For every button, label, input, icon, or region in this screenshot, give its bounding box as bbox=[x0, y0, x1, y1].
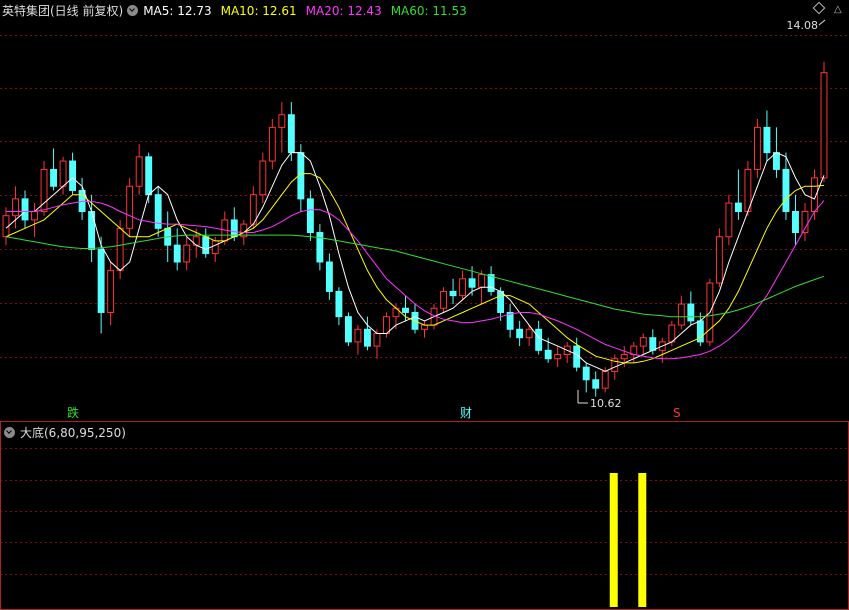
candle-body bbox=[497, 290, 505, 313]
ma-legend-item: MA5: 12.73 bbox=[143, 4, 212, 18]
candle-body bbox=[69, 160, 77, 191]
candle-body bbox=[772, 152, 780, 170]
candle-body bbox=[478, 274, 486, 288]
candle-body bbox=[306, 198, 314, 234]
candle-body bbox=[544, 349, 552, 360]
candle-body bbox=[202, 236, 210, 255]
indicator-header: 大底(6,80,95,250) bbox=[2, 424, 126, 441]
candle-body bbox=[12, 198, 19, 217]
candle-body bbox=[50, 168, 58, 187]
candlestick-series bbox=[2, 61, 828, 397]
candle-body bbox=[734, 202, 742, 213]
candle-body bbox=[183, 244, 191, 263]
ma-legend-item: MA20: 12.43 bbox=[305, 4, 382, 18]
candle-body bbox=[525, 328, 533, 339]
candle-body bbox=[116, 227, 124, 271]
candle-body bbox=[230, 219, 238, 238]
candle-body bbox=[173, 244, 181, 263]
high-price-label: 14.08 bbox=[787, 19, 819, 32]
ma-legend-item: MA10: 12.61 bbox=[220, 4, 297, 18]
candle-body bbox=[620, 354, 628, 360]
candle-body bbox=[753, 126, 761, 170]
candle-body bbox=[31, 211, 38, 221]
candle-body bbox=[21, 198, 29, 221]
indicator-frame bbox=[0, 421, 849, 610]
signal-bar bbox=[638, 473, 647, 607]
candle-body bbox=[516, 328, 524, 339]
candle-body bbox=[344, 316, 352, 343]
candle-body bbox=[383, 316, 390, 334]
main-chart-header: 英特集团(日线 前复权) MA5: 12.73 MA10: 12.61 MA20: 1… bbox=[2, 2, 476, 19]
ma-legend-item: MA60: 11.53 bbox=[390, 4, 467, 18]
candle-body bbox=[715, 236, 723, 284]
corner-diamond-icon[interactable] bbox=[812, 1, 826, 15]
signal-bar bbox=[609, 473, 618, 607]
candle-body bbox=[582, 366, 590, 381]
candle-body bbox=[782, 168, 790, 212]
candle-body bbox=[801, 211, 809, 234]
candle-body bbox=[335, 290, 343, 318]
candle-body bbox=[211, 240, 219, 255]
candle-body bbox=[725, 202, 733, 238]
candle-body bbox=[259, 160, 267, 196]
candle-body bbox=[535, 328, 543, 351]
dropdown-chevron-icon[interactable] bbox=[127, 5, 139, 16]
candle-body bbox=[402, 307, 409, 313]
candle-body bbox=[354, 328, 362, 343]
candle-body bbox=[325, 261, 333, 292]
candle-body bbox=[592, 379, 600, 389]
marker-cai: 财 bbox=[460, 406, 472, 420]
indicator-title[interactable]: 大底(6,80,95,250) bbox=[20, 426, 126, 440]
marker-die: 跌 bbox=[67, 405, 79, 420]
stock-title[interactable]: 英特集团(日线 前复权) bbox=[2, 4, 123, 18]
candle-body bbox=[820, 72, 828, 179]
candle-body bbox=[468, 278, 476, 288]
candle-body bbox=[763, 126, 771, 154]
chart-canvas[interactable]: 14.08 10.62 跌 财 S △ bbox=[0, 0, 849, 610]
candle-body bbox=[268, 126, 276, 162]
candle-body bbox=[278, 114, 286, 128]
high-price-pointer bbox=[818, 19, 826, 26]
candle-body bbox=[449, 290, 457, 297]
candle-body bbox=[287, 114, 295, 154]
candle-body bbox=[363, 328, 371, 347]
candle-body bbox=[145, 156, 153, 196]
candle-body bbox=[677, 303, 685, 326]
candle-body bbox=[459, 278, 467, 297]
candle-body bbox=[668, 324, 676, 343]
candle-body bbox=[639, 337, 647, 347]
ma-legend: MA5: 12.73 MA10: 12.61 MA20: 12.43 MA60: 11… bbox=[143, 4, 476, 18]
candle-body bbox=[649, 337, 657, 351]
low-price-label: 10.62 bbox=[590, 397, 622, 410]
candle-body bbox=[421, 324, 428, 330]
candle-body bbox=[107, 269, 115, 313]
candle-body bbox=[792, 211, 799, 234]
candle-body bbox=[687, 303, 695, 322]
signal-bar-series bbox=[609, 473, 647, 607]
candle-body bbox=[554, 354, 562, 360]
grid-lines bbox=[0, 35, 849, 575]
marker-s: S bbox=[673, 406, 681, 420]
candle-body bbox=[126, 185, 134, 229]
candle-body bbox=[59, 160, 67, 187]
candle-body bbox=[135, 156, 143, 187]
scroll-up-icon[interactable]: △ bbox=[834, 4, 842, 15]
candle-body bbox=[440, 290, 447, 309]
indicator-chevron-icon[interactable] bbox=[4, 427, 15, 438]
candle-body bbox=[601, 370, 609, 389]
candle-body bbox=[373, 332, 381, 347]
candle-body bbox=[97, 248, 105, 313]
